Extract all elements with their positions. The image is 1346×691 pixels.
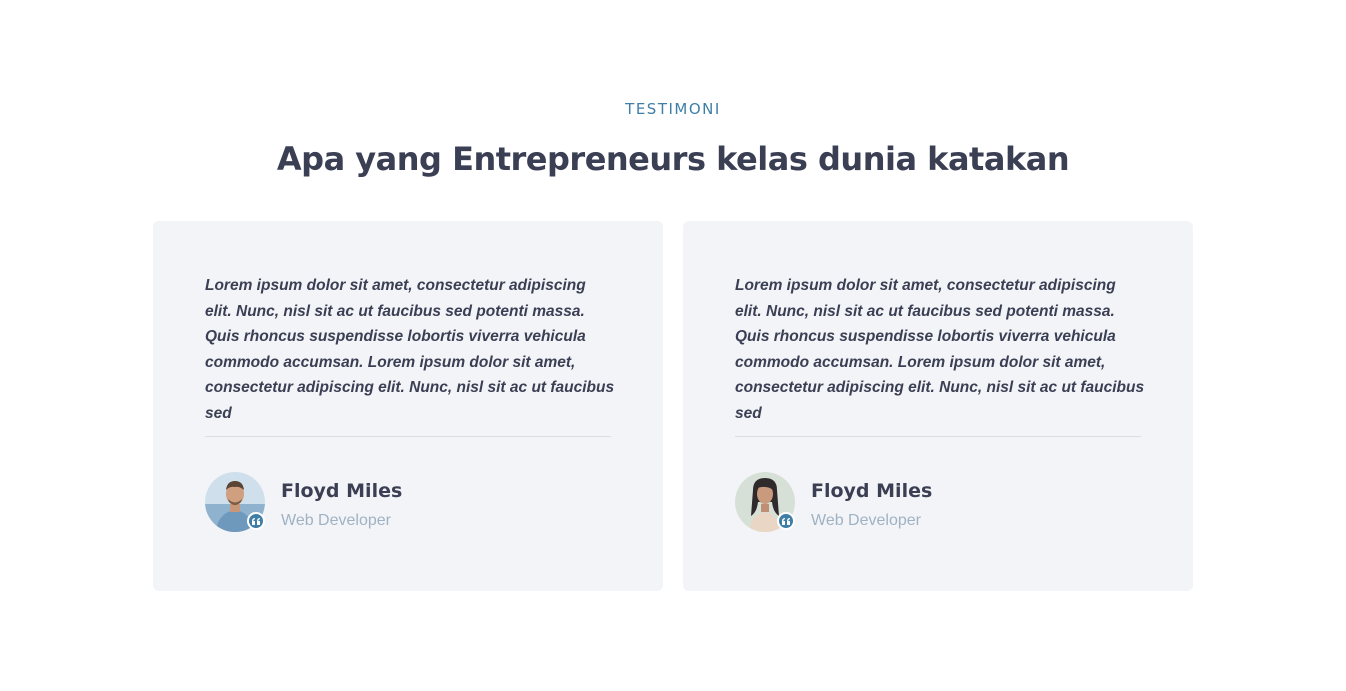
author-name: Floyd Miles xyxy=(281,480,403,502)
testimonial-section: TESTIMONI Apa yang Entrepreneurs kelas d… xyxy=(0,0,1346,691)
testimonial-quote: Lorem ipsum dolor sit amet, consectetur … xyxy=(205,277,615,422)
quote-icon xyxy=(777,512,795,530)
card-divider xyxy=(735,436,1141,437)
testimonial-card: Lorem ipsum dolor sit amet, consectetur … xyxy=(683,221,1193,591)
testimonial-card: Lorem ipsum dolor sit amet, consectetur … xyxy=(153,221,663,591)
testimonial-quote: Lorem ipsum dolor sit amet, consectetur … xyxy=(735,277,1145,422)
card-divider xyxy=(205,436,611,437)
quote-icon xyxy=(247,512,265,530)
author-role: Web Developer xyxy=(811,512,921,529)
section-heading: Apa yang Entrepreneurs kelas dunia katak… xyxy=(276,140,1070,178)
avatar xyxy=(205,472,265,532)
avatar xyxy=(735,472,795,532)
section-eyebrow: TESTIMONI xyxy=(625,100,721,118)
author-name: Floyd Miles xyxy=(811,480,933,502)
author-role: Web Developer xyxy=(281,512,391,529)
